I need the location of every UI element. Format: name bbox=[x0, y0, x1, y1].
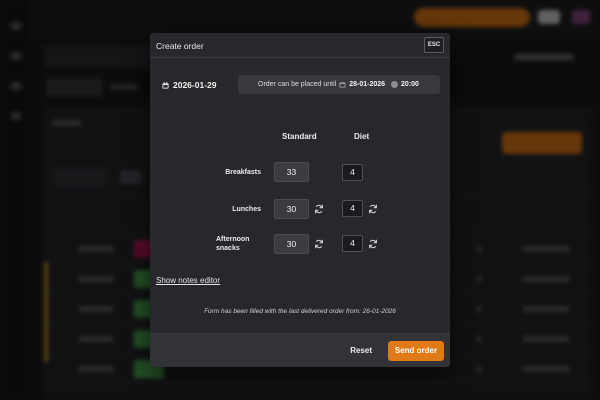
column-standard: Standard bbox=[282, 132, 317, 141]
reset-button[interactable]: Reset bbox=[350, 346, 372, 355]
refresh-icon[interactable] bbox=[368, 204, 378, 214]
calendar-icon bbox=[339, 82, 346, 88]
modal-title: Create order bbox=[156, 41, 204, 51]
lunches-standard-input[interactable]: 30 bbox=[274, 199, 309, 219]
show-notes-editor-link[interactable]: Show notes editor bbox=[156, 276, 220, 285]
refresh-icon[interactable] bbox=[314, 239, 324, 249]
refresh-icon[interactable] bbox=[314, 204, 324, 214]
modal-footer: Reset Send order bbox=[150, 333, 450, 367]
autofill-info-text: Form has been filled with the last deliv… bbox=[204, 308, 396, 315]
row-label-breakfasts: Breakfasts bbox=[225, 169, 261, 176]
refresh-icon[interactable] bbox=[368, 239, 378, 249]
modal-header: Create order ESC bbox=[150, 33, 450, 58]
create-order-modal: Create order ESC 2026-01-29 Order can be… bbox=[150, 33, 450, 367]
breakfasts-diet-input[interactable]: 4 bbox=[342, 164, 363, 181]
breakfasts-standard-input[interactable]: 33 bbox=[274, 162, 309, 182]
column-diet: Diet bbox=[354, 132, 370, 141]
row-label-snacks-line2: snacks bbox=[216, 245, 240, 252]
clock-icon bbox=[391, 81, 399, 88]
row-label-lunches: Lunches bbox=[232, 206, 261, 213]
row-label-snacks-line1: Afternoon bbox=[216, 236, 250, 243]
send-order-button[interactable]: Send order bbox=[388, 341, 444, 361]
lunches-diet-input[interactable]: 4 bbox=[342, 200, 363, 217]
snacks-diet-input[interactable]: 4 bbox=[342, 235, 363, 252]
snacks-standard-input[interactable]: 30 bbox=[274, 234, 309, 254]
order-date: 2026-01-29 bbox=[162, 80, 216, 90]
deadline-date: 28-01-2026 bbox=[349, 81, 386, 88]
calendar-icon bbox=[162, 81, 169, 89]
deadline-time: 20:00 bbox=[401, 81, 419, 88]
row-label-snacks: Afternoon snacks bbox=[216, 235, 249, 253]
close-button[interactable]: ESC bbox=[424, 37, 444, 53]
deadline-banner: Order can be placed until 28-01-2026 20:… bbox=[238, 75, 440, 94]
deadline-text: Order can be placed until bbox=[258, 81, 337, 88]
order-date-value: 2026-01-29 bbox=[173, 80, 217, 90]
